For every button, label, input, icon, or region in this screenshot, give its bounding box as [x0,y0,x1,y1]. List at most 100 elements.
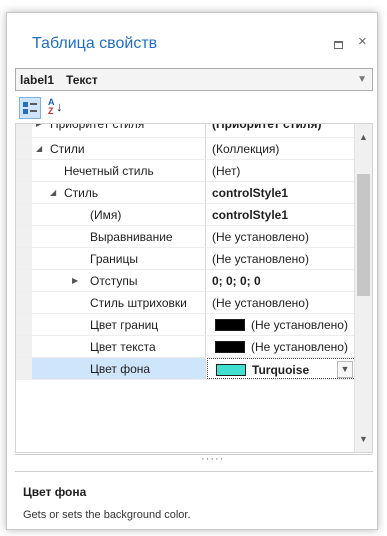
property-value: controlStyle1 [212,208,289,222]
categorized-view-icon [23,102,37,114]
property-value: (Не установлено) [251,318,348,332]
property-value-cell[interactable]: (Нет) [207,160,356,181]
title-bar: Таблица свойств × [7,13,377,68]
row-margin [16,314,32,335]
property-value: 0; 0; 0; 0 [212,274,261,288]
property-value: controlStyle1 [212,186,289,200]
property-name: Границы [90,252,138,266]
property-row[interactable]: Границы (Не установлено) [16,248,356,270]
property-value: (Нет) [212,164,241,178]
property-value: (Не установлено) [212,230,309,244]
property-row[interactable]: Выравнивание (Не установлено) [16,226,356,248]
restore-window-icon[interactable] [334,41,343,49]
property-row[interactable]: ◢ Стили (Коллекция) [16,138,356,160]
property-name-cell[interactable]: ▶ Приоритет стиля [32,124,206,137]
row-margin [16,138,32,159]
help-title: Цвет фона [23,485,87,499]
property-rows: ▶ Приоритет стиля (Приоритет стиля) ◢ Стили (… [16,124,356,380]
row-margin [16,160,32,181]
chevron-down-icon[interactable]: ▼ [357,74,367,85]
property-name: Цвет границ [90,318,159,332]
row-margin [16,182,32,203]
property-value-cell[interactable]: (Не установлено) [207,292,356,313]
property-name: Приоритет стиля [50,124,145,131]
property-grid-panel: Таблица свойств × label1 Текст ▼ A Z ↓ ▶… [6,12,378,530]
property-value: Turquoise [252,363,310,377]
vertical-scrollbar[interactable]: ▲ ▼ [354,124,372,452]
property-name: Выравнивание [90,230,173,244]
property-row[interactable]: Цвет границ (Не установлено) [16,314,356,336]
row-margin [16,358,32,379]
scroll-down-icon[interactable]: ▼ [359,434,368,444]
property-row[interactable]: ▶ Приоритет стиля (Приоритет стиля) [16,124,356,138]
property-name: Цвет фона [90,362,151,376]
grip-icon[interactable]: ····· [201,453,224,465]
property-name-cell[interactable]: Стиль штриховки [32,292,206,313]
property-value-cell[interactable]: (Не установлено) [207,248,356,269]
property-name: Стиль [64,186,99,200]
panel-title: Таблица свойств [32,35,158,52]
property-name-cell[interactable]: Цвет границ [32,314,206,335]
property-value-cell[interactable]: (Не установлено) [207,314,356,335]
property-value-cell[interactable]: (Не установлено) [207,336,356,357]
property-name-cell[interactable]: Нечетный стиль [32,160,206,181]
property-name-cell[interactable]: Цвет текста [32,336,206,357]
row-margin [16,270,32,291]
property-value: (Коллекция) [212,142,280,156]
property-value-cell[interactable]: Turquoise ▼ [207,358,356,379]
property-value-cell[interactable]: controlStyle1 [207,204,356,225]
close-icon[interactable]: × [358,34,367,49]
property-row[interactable]: ◢ Стиль controlStyle1 [16,182,356,204]
property-name: Цвет текста [90,340,156,354]
help-splitter[interactable]: ····· [15,453,373,472]
property-value: (Приоритет стиля) [212,124,322,131]
property-name: Нечетный стиль [64,164,154,178]
row-margin [16,248,32,269]
property-value-cell[interactable]: 0; 0; 0; 0 [207,270,356,291]
row-margin [16,336,32,357]
property-name-cell[interactable]: ▶ Отступы [32,270,206,291]
object-selector[interactable]: label1 Текст ▼ [15,68,373,91]
scroll-thumb[interactable] [357,174,370,296]
property-row[interactable]: Нечетный стиль (Нет) [16,160,356,182]
object-type: Текст [66,73,98,87]
property-row[interactable]: Стиль штриховки (Не установлено) [16,292,356,314]
expand-icon[interactable]: ▶ [36,124,42,130]
collapse-icon[interactable]: ◢ [36,143,42,155]
color-swatch [215,341,245,353]
property-name-cell[interactable]: Выравнивание [32,226,206,247]
property-row[interactable]: (Имя) controlStyle1 [16,204,356,226]
color-swatch [216,364,246,376]
property-value-cell[interactable]: controlStyle1 [207,182,356,203]
property-value-cell[interactable]: (Приоритет стиля) [207,124,356,137]
property-row[interactable]: ▶ Отступы 0; 0; 0; 0 [16,270,356,292]
row-margin [16,292,32,313]
expand-icon[interactable]: ▶ [72,275,78,287]
categorized-view-button[interactable] [19,97,41,119]
property-name: Стиль штриховки [90,296,187,310]
color-swatch [215,319,245,331]
property-name: Стили [50,142,85,156]
toolbar: A Z ↓ [15,93,373,123]
collapse-icon[interactable]: ◢ [50,187,56,199]
property-name-cell[interactable]: ◢ Стиль [32,182,206,203]
row-margin [16,204,32,225]
property-row[interactable]: Цвет текста (Не установлено) [16,336,356,358]
row-margin [16,226,32,247]
property-value-cell[interactable]: (Коллекция) [207,138,356,159]
property-value-cell[interactable]: (Не установлено) [207,226,356,247]
sort-alphabetical-button[interactable]: A Z ↓ [45,97,67,119]
property-name: (Имя) [90,208,122,222]
property-name-cell[interactable]: Цвет фона [32,358,206,379]
property-name-cell[interactable]: Границы [32,248,206,269]
property-name-cell[interactable]: ◢ Стили [32,138,206,159]
help-description: Gets or sets the background color. [23,509,191,521]
scroll-up-icon[interactable]: ▲ [359,132,368,142]
dropdown-chevron-icon[interactable]: ▼ [337,361,353,378]
property-grid: ▶ Приоритет стиля (Приоритет стиля) ◢ Стили (… [15,123,373,453]
property-value: (Не установлено) [251,340,348,354]
property-name-cell[interactable]: (Имя) [32,204,206,225]
property-value: (Не установлено) [212,252,309,266]
row-margin [16,124,32,137]
property-row[interactable]: Цвет фона Turquoise ▼ [16,358,356,380]
